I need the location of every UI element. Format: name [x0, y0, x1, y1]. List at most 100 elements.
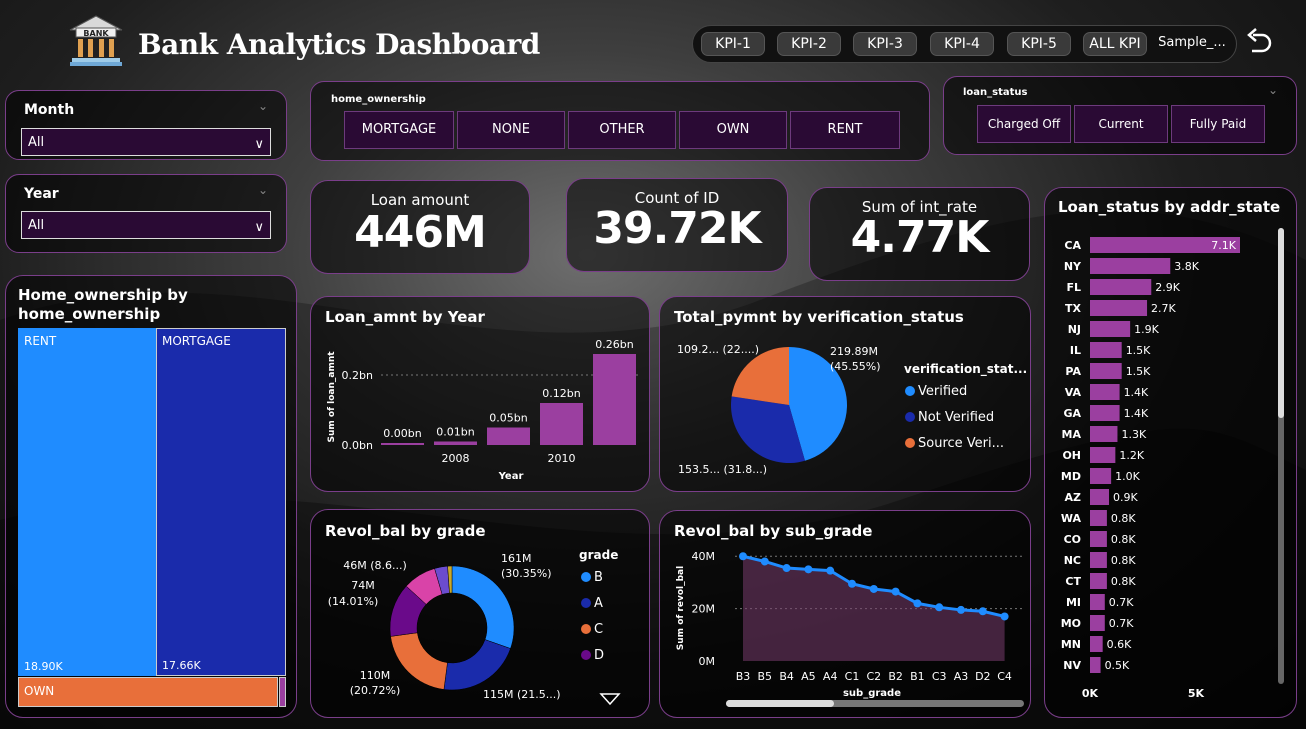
back-arrow-icon[interactable]	[1243, 26, 1275, 58]
legend-marker	[905, 386, 915, 396]
vertical-scrollbar-thumb	[1278, 228, 1284, 418]
y-tick-label: NJ	[1068, 323, 1081, 336]
bar	[1090, 636, 1103, 652]
home-ownership-slicer-label: home_ownership	[331, 94, 426, 105]
slicer-option-own[interactable]: OWN	[679, 111, 787, 149]
bar	[1090, 468, 1112, 484]
data-label: 1.9K	[1134, 323, 1159, 336]
x-tick-label: B3	[736, 670, 751, 683]
x-tick-label: D2	[975, 670, 990, 683]
data-label: 0.8K	[1111, 554, 1136, 567]
x-tick-label: C1	[845, 670, 860, 683]
chart-title: Home_ownership by home_ownership	[18, 286, 188, 323]
legend-marker	[581, 572, 591, 582]
data-label: 0.8K	[1111, 512, 1136, 525]
y-tick-label: 0M	[699, 655, 716, 668]
bar	[1090, 279, 1152, 295]
x-axis-title: Year	[498, 471, 524, 482]
bar	[540, 403, 583, 445]
data-point	[848, 579, 856, 588]
treemap-tile-other[interactable]	[279, 677, 286, 707]
month-label: Month	[24, 102, 75, 118]
data-label: 161M	[501, 552, 532, 565]
data-label: 1.4K	[1124, 386, 1149, 399]
slicer-option-charged-off[interactable]: Charged Off	[977, 105, 1071, 143]
x-tick-label: B4	[779, 670, 794, 683]
chevron-down-icon[interactable]: ⌄	[1268, 83, 1278, 97]
data-label: 3.8K	[1174, 260, 1199, 273]
legend-title: verification_stat...	[904, 362, 1027, 377]
y-tick-label: NY	[1064, 260, 1082, 273]
slicer-option-none[interactable]: NONE	[457, 111, 565, 149]
slicer-option-current[interactable]: Current	[1074, 105, 1168, 143]
loan-amnt-bar-chart: 0.2bn 0.0bn Sum of loan_amnt 0.00bn 0.01bn 0.…	[327, 338, 641, 482]
bar	[381, 443, 424, 445]
kpi-card-int-rate: Sum of int_rate 4.77K	[809, 187, 1030, 281]
y-tick-label: PA	[1065, 365, 1081, 378]
slicer-option-rent[interactable]: RENT	[790, 111, 900, 149]
y-tick-label: OH	[1062, 449, 1081, 462]
legend-label: Source Veri...	[918, 436, 1004, 451]
loan-status-slicer: loan_status ⌄ Charged Off Current Fully …	[943, 76, 1297, 155]
x-tick-label: C3	[932, 670, 947, 683]
bar	[1090, 657, 1101, 673]
bar	[1090, 552, 1107, 568]
sample-button[interactable]: Sample_...	[1155, 32, 1229, 56]
y-tick-label: 40M	[692, 550, 716, 563]
data-label: 115M (21.5...)	[483, 688, 561, 701]
dropdown-arrow-icon: ∨	[254, 137, 264, 152]
treemap-tile-mortgage[interactable]: MORTGAGE 17.66K	[156, 328, 286, 676]
bar	[1090, 321, 1131, 337]
x-tick-label: C4	[997, 670, 1012, 683]
data-point	[978, 607, 987, 616]
y-tick-label: TX	[1065, 302, 1082, 315]
y-tick-label: 20M	[692, 603, 716, 616]
y-tick-label: NC	[1064, 554, 1081, 567]
slicer-option-mortgage[interactable]: MORTGAGE	[344, 111, 454, 149]
legend-scroll-down-icon	[599, 693, 621, 706]
treemap-tile-rent[interactable]: RENT 18.90K	[18, 328, 156, 676]
data-point	[804, 565, 813, 574]
chevron-down-icon[interactable]: ⌄	[258, 183, 268, 197]
x-tick-label: B1	[910, 670, 925, 683]
revol-bal-by-grade-card: Revol_bal by grade 161M (30.35%) 115M (21.…	[310, 509, 650, 718]
y-tick-label: CO	[1064, 533, 1081, 546]
legend-marker	[905, 412, 915, 422]
kpi-3-button[interactable]: KPI-3	[853, 32, 917, 56]
year-dropdown[interactable]: All ∨	[21, 211, 271, 239]
data-label: 7.1K	[1211, 239, 1236, 252]
kpi-5-button[interactable]: KPI-5	[1007, 32, 1071, 56]
chevron-down-icon[interactable]: ⌄	[258, 99, 268, 113]
slicer-option-other[interactable]: OTHER	[568, 111, 676, 149]
svg-text:BANK: BANK	[83, 29, 109, 38]
treemap-label: RENT	[24, 334, 57, 348]
kpi-card-loan-amount: Loan amount 446M	[310, 180, 530, 274]
state-hbar-chart: CA 7.1K NY 3.8K FL 2.9K TX 2.7K NJ 1.9K IL 1.5K PA 1.…	[1061, 228, 1284, 700]
bar	[1090, 384, 1120, 400]
slicer-option-fully-paid[interactable]: Fully Paid	[1171, 105, 1265, 143]
bar	[1090, 531, 1107, 547]
data-point	[826, 566, 835, 575]
bar	[1090, 615, 1105, 631]
year-label: Year	[24, 186, 59, 202]
kpi-1-button[interactable]: KPI-1	[701, 32, 765, 56]
data-label: 1.5K	[1126, 344, 1151, 357]
all-kpi-button[interactable]: ALL KPI	[1083, 32, 1147, 56]
kpi-2-button[interactable]: KPI-2	[777, 32, 841, 56]
bar	[1090, 342, 1122, 358]
sub-grade-area-chart: 0M 20M 40M Sum of revol_bal B3 B5 B4 A5 A4 C1 C2 B2…	[676, 550, 1024, 707]
data-point	[1000, 612, 1009, 621]
month-dropdown[interactable]: All ∨	[21, 128, 271, 156]
bar	[1090, 426, 1118, 442]
legend-marker	[581, 598, 591, 608]
data-label: (14.01%)	[328, 595, 379, 608]
bar	[1090, 258, 1171, 274]
treemap-tile-own[interactable]: OWN	[18, 677, 278, 707]
month-slicer: Month ⌄ All ∨	[5, 90, 287, 160]
loan-status-by-state-card: Loan_status by addr_state CA 7.1K NY 3.8K FL…	[1044, 187, 1297, 718]
bar	[593, 354, 636, 445]
treemap-label: OWN	[24, 684, 55, 698]
kpi-4-button[interactable]: KPI-4	[930, 32, 994, 56]
bar	[1090, 489, 1110, 505]
y-axis-title: Sum of revol_bal	[676, 566, 686, 650]
